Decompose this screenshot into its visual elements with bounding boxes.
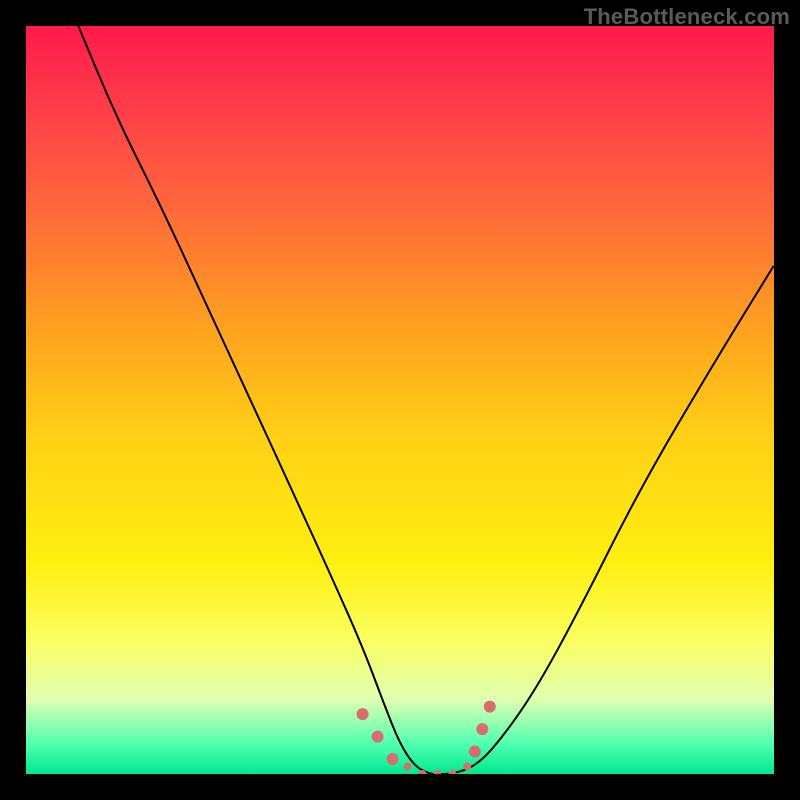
highlight-marker: [387, 753, 399, 765]
watermark-text: TheBottleneck.com: [584, 4, 790, 30]
highlight-marker: [357, 708, 369, 720]
chart-plot-area: [26, 26, 774, 774]
highlight-marker: [403, 763, 411, 771]
highlight-marker: [372, 731, 384, 743]
curve-path: [78, 26, 774, 774]
highlight-marker: [484, 701, 496, 713]
bottleneck-curve: [26, 26, 774, 774]
highlight-marker: [463, 763, 471, 771]
highlight-marker-group: [357, 701, 496, 774]
highlight-marker: [433, 770, 441, 774]
highlight-marker: [469, 746, 481, 758]
highlight-marker: [476, 723, 488, 735]
highlight-marker: [448, 770, 456, 774]
